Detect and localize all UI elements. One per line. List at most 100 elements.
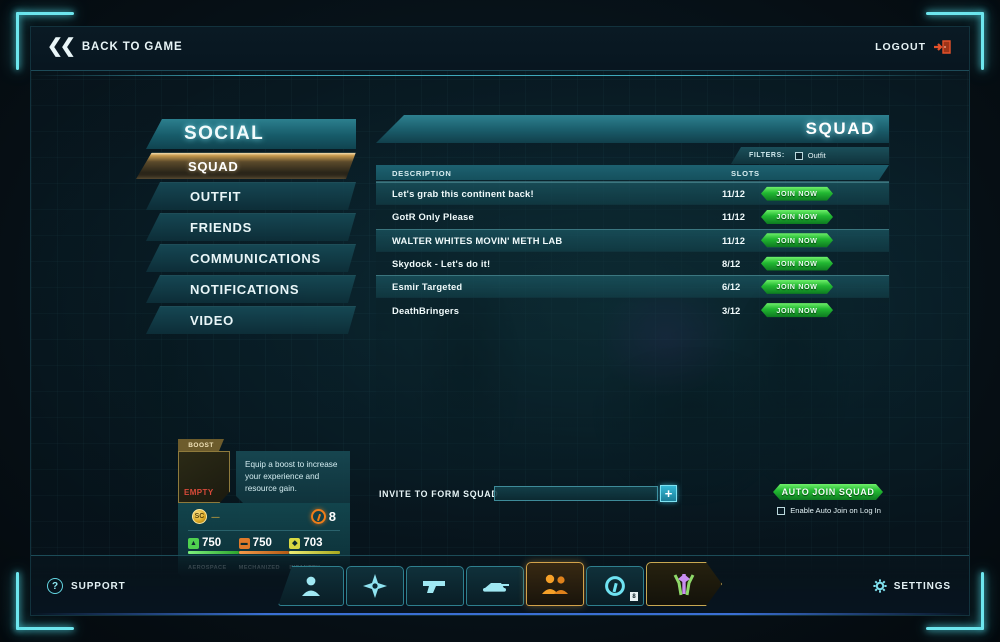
invite-input-wrapper[interactable] — [494, 486, 658, 504]
nav-item-faction[interactable] — [646, 562, 722, 606]
sidebar-item-notifications[interactable]: NOTIFICATIONS — [146, 275, 356, 303]
social-side-menu: SOCIAL SQUAD OUTFIT FRIENDS COMMUNICATIO… — [146, 119, 356, 334]
exit-door-icon — [933, 39, 951, 55]
resource-value: 703 — [303, 537, 323, 549]
squad-panel: SQUAD FILTERS: Outfit DESCRIPTION SLOTS … — [376, 115, 889, 535]
invite-input[interactable] — [495, 490, 657, 504]
social-people-icon — [542, 574, 568, 594]
table-row[interactable]: Skydock - Let's do it! 8/12 JOIN NOW — [376, 252, 889, 275]
squad-name: Skydock - Let's do it! — [392, 258, 491, 270]
squad-name: Let's grab this continent back! — [392, 188, 534, 200]
filters-bar: FILTERS: Outfit — [731, 147, 889, 164]
squad-panel-footer: INVITE TO FORM SQUAD + AUTO JOIN SQUAD E… — [376, 479, 889, 535]
squad-panel-header: SQUAD — [376, 115, 889, 143]
support-button[interactable]: ? SUPPORT — [47, 578, 126, 594]
gear-icon — [873, 579, 887, 593]
nav-item-vehicles[interactable] — [466, 566, 524, 606]
side-menu-title: SOCIAL — [146, 119, 356, 149]
station-cash-icon: SC — [192, 509, 207, 524]
sidebar-item-label: SQUAD — [188, 158, 239, 174]
boost-description-text: Equip a boost to increase your experienc… — [245, 460, 338, 493]
map-star-icon — [363, 574, 387, 598]
squad-name: DeathBringers — [392, 304, 460, 316]
settings-label: SETTINGS — [893, 580, 951, 592]
squad-table-header: DESCRIPTION SLOTS — [376, 165, 889, 180]
character-icon — [302, 576, 320, 596]
auto-join-checkbox[interactable] — [777, 506, 786, 515]
nav-badge: 8 — [630, 592, 638, 601]
add-invite-button[interactable]: + — [660, 485, 677, 502]
boost-tab-label: BOOST — [188, 441, 214, 449]
nav-item-weapons[interactable] — [406, 566, 464, 606]
boost-slot-state: EMPTY — [184, 488, 214, 497]
join-now-label: JOIN NOW — [776, 212, 818, 222]
settings-button[interactable]: SETTINGS — [873, 579, 951, 593]
nav-item-certifications[interactable]: 8 — [586, 566, 644, 606]
join-now-button[interactable]: JOIN NOW — [761, 257, 833, 271]
sidebar-item-squad[interactable]: SQUAD — [130, 152, 356, 179]
resource-value: 750 — [252, 537, 272, 549]
join-now-button[interactable]: JOIN NOW — [761, 210, 833, 224]
sidebar-item-label: FRIENDS — [190, 220, 252, 235]
filters-label: FILTERS: — [749, 152, 785, 159]
squad-name: GotR Only Please — [392, 211, 474, 223]
join-now-label: JOIN NOW — [776, 282, 818, 292]
bottom-bar: ? SUPPORT 8 SETTINGS — [31, 555, 969, 615]
mechanized-icon: ▬ — [240, 539, 248, 547]
certification-icon — [605, 576, 625, 596]
sidebar-item-label: COMMUNICATIONS — [190, 251, 321, 266]
join-now-button[interactable]: JOIN NOW — [761, 233, 833, 247]
join-now-button[interactable]: JOIN NOW — [761, 280, 833, 294]
game-ui-root: ❮❮ BACK TO GAME LOGOUT SOCIAL SQUAD OUTF… — [0, 0, 1000, 642]
table-row[interactable]: WALTER WHITES MOVIN' METH LAB 11/12 JOIN… — [376, 228, 889, 252]
nav-item-social[interactable] — [526, 562, 584, 606]
back-to-game-label: BACK TO GAME — [81, 40, 183, 53]
table-row[interactable]: Let's grab this continent back! 11/12 JO… — [376, 182, 889, 206]
boost-slot[interactable]: EMPTY — [178, 451, 230, 503]
squad-name: WALTER WHITES MOVIN' METH LAB — [392, 234, 563, 246]
sidebar-item-label: NOTIFICATIONS — [190, 282, 300, 297]
faction-emblem-icon — [670, 571, 698, 597]
table-row[interactable]: DeathBringers 3/12 JOIN NOW — [376, 298, 889, 321]
join-now-button[interactable]: JOIN NOW — [761, 303, 833, 317]
vehicle-tank-icon — [483, 583, 509, 592]
plus-icon: + — [664, 486, 673, 501]
auto-join-option[interactable]: Enable Auto Join on Log In — [777, 506, 881, 515]
top-bar: ❮❮ BACK TO GAME LOGOUT — [31, 27, 969, 76]
infantry-icon: ◆ — [289, 538, 300, 549]
sidebar-item-friends[interactable]: FRIENDS — [146, 213, 356, 241]
sidebar-item-outfit[interactable]: OUTFIT — [146, 182, 356, 210]
filter-outfit-label: Outfit — [807, 151, 826, 160]
table-row[interactable]: Esmir Targeted 6/12 JOIN NOW — [376, 275, 889, 299]
resource-bar — [188, 551, 239, 554]
boost-panel: BOOST EMPTY Equip a boost to increase yo… — [178, 439, 350, 503]
sidebar-item-communications[interactable]: COMMUNICATIONS — [146, 244, 356, 272]
resource-divider — [188, 530, 340, 531]
nav-item-character[interactable] — [278, 566, 344, 606]
nav-icon-bar: 8 — [278, 562, 722, 606]
join-now-label: JOIN NOW — [776, 189, 818, 199]
back-to-game-button[interactable]: ❮❮ BACK TO GAME — [47, 37, 183, 56]
sidebar-item-video[interactable]: VIDEO — [146, 306, 356, 334]
join-now-label: JOIN NOW — [776, 305, 818, 315]
filter-outfit-option[interactable]: Outfit — [794, 151, 826, 160]
sidebar-item-label: VIDEO — [190, 313, 234, 328]
join-now-label: JOIN NOW — [776, 235, 818, 245]
boost-description: Equip a boost to increase your experienc… — [236, 451, 350, 503]
auto-join-squad-button[interactable]: AUTO JOIN SQUAD — [773, 484, 883, 500]
question-mark-icon: ? — [47, 578, 63, 594]
support-label: SUPPORT — [71, 580, 126, 592]
resource-bar — [239, 551, 290, 554]
filter-outfit-checkbox[interactable] — [794, 151, 803, 160]
join-now-label: JOIN NOW — [776, 259, 818, 269]
squad-list[interactable]: Let's grab this continent back! 11/12 JO… — [376, 181, 889, 471]
logout-button[interactable]: LOGOUT — [875, 39, 951, 55]
aerospace-icon: ▲ — [188, 538, 199, 549]
nav-item-map[interactable] — [346, 566, 404, 606]
weapon-pistol-icon — [423, 581, 445, 593]
double-chevron-left-icon: ❮❮ — [47, 36, 76, 57]
page-title: SQUAD — [805, 119, 875, 138]
join-now-button[interactable]: JOIN NOW — [761, 187, 833, 201]
side-menu-title-label: SOCIAL — [184, 123, 265, 144]
table-row[interactable]: GotR Only Please 11/12 JOIN NOW — [376, 205, 889, 228]
